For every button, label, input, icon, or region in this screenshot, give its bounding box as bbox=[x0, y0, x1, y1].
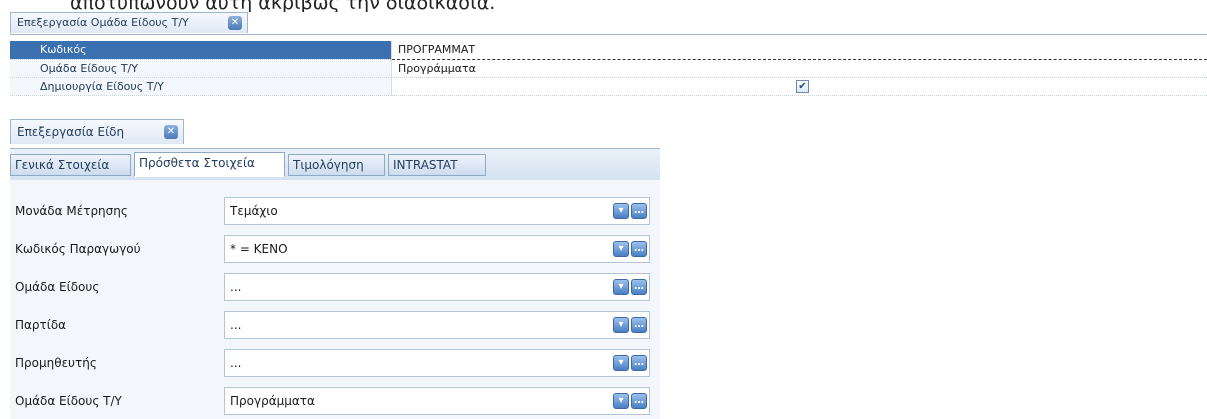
ellipsis-icon[interactable]: … bbox=[631, 279, 647, 295]
subtab-additional[interactable]: Πρόσθετα Στοιχεία bbox=[134, 152, 285, 177]
chevron-down-icon[interactable]: ▾ bbox=[613, 317, 629, 333]
property-row-group[interactable]: Ομάδα Είδους Τ/Υ Προγράμματα bbox=[10, 59, 1207, 78]
field-row-batch: Παρτίδα ... ▾ … bbox=[10, 311, 660, 341]
field-value: * = ΚΕΝΟ bbox=[230, 242, 288, 256]
property-value-create[interactable]: ✔ bbox=[391, 77, 1207, 96]
field-row-item-group: Ομάδα Είδους ... ▾ … bbox=[10, 273, 660, 303]
ellipsis-icon[interactable]: … bbox=[631, 317, 647, 333]
field-row-manufacturer: Κωδικός Παραγωγού * = ΚΕΝΟ ▾ … bbox=[10, 235, 660, 265]
item-group-field[interactable]: ... ▾ … bbox=[224, 273, 650, 301]
field-label: Ομάδα Είδους Τ/Υ bbox=[15, 394, 122, 408]
close-icon[interactable]: ✕ bbox=[164, 125, 178, 139]
ellipsis-icon[interactable]: … bbox=[631, 355, 647, 371]
property-label: Δημιουργία Είδους Τ/Υ bbox=[10, 77, 392, 96]
subtab-pricing[interactable]: Τιμολόγηση bbox=[288, 154, 385, 176]
chevron-down-icon[interactable]: ▾ bbox=[613, 393, 629, 409]
service-group-field[interactable]: Προγράμματα ▾ … bbox=[224, 387, 650, 415]
field-label: Ομάδα Είδους bbox=[15, 280, 100, 294]
chevron-down-icon[interactable]: ▾ bbox=[613, 241, 629, 257]
ellipsis-icon[interactable]: … bbox=[631, 203, 647, 219]
property-value-group[interactable]: Προγράμματα bbox=[391, 59, 1207, 78]
supplier-field[interactable]: ... ▾ … bbox=[224, 349, 650, 377]
field-row-unit: Μονάδα Μέτρησης Τεμάχιο ▾ … bbox=[10, 197, 660, 227]
field-label: Κωδικός Παραγωγού bbox=[15, 242, 141, 256]
close-icon[interactable]: ✕ bbox=[228, 16, 242, 30]
field-value: ... bbox=[230, 280, 242, 294]
field-row-service-group: Ομάδα Είδους Τ/Υ Προγράμματα ▾ … bbox=[10, 387, 660, 417]
manufacturer-field[interactable]: * = ΚΕΝΟ ▾ … bbox=[224, 235, 650, 263]
field-value: Τεμάχιο bbox=[230, 204, 278, 218]
batch-field[interactable]: ... ▾ … bbox=[224, 311, 650, 339]
tab-edit-items[interactable]: Επεξεργασία Είδη ✕ bbox=[10, 119, 184, 144]
tab-edit-group-label: Επεξεργασία Ομάδα Είδους Τ/Υ bbox=[17, 16, 189, 29]
chevron-down-icon[interactable]: ▾ bbox=[613, 203, 629, 219]
property-row-code[interactable]: Κωδικός ΠΡΟΓΡΑΜΜΑΤ bbox=[10, 41, 1207, 60]
field-value: Προγράμματα bbox=[230, 394, 315, 408]
field-value: ... bbox=[230, 356, 242, 370]
field-row-supplier: Προμηθευτής ... ▾ … bbox=[10, 349, 660, 379]
unit-field[interactable]: Τεμάχιο ▾ … bbox=[224, 197, 650, 225]
group-tabbar: Επεξεργασία Ομάδα Είδους Τ/Υ ✕ bbox=[10, 12, 1207, 35]
subtab-intrastat[interactable]: INTRASTAT bbox=[388, 154, 486, 176]
group-properties: Κωδικός ΠΡΟΓΡΑΜΜΑΤ Ομάδα Είδους Τ/Υ Προγ… bbox=[10, 41, 1207, 96]
field-label: Μονάδα Μέτρησης bbox=[15, 204, 128, 218]
subtab-bar: Γενικά Στοιχεία Πρόσθετα Στοιχεία Τιμολό… bbox=[10, 148, 660, 181]
tab-edit-items-label: Επεξεργασία Είδη bbox=[17, 125, 125, 139]
items-tabbar: Επεξεργασία Είδη ✕ bbox=[10, 119, 660, 144]
property-label: Κωδικός bbox=[10, 41, 392, 60]
subtab-general[interactable]: Γενικά Στοιχεία bbox=[10, 154, 131, 176]
tab-edit-group[interactable]: Επεξεργασία Ομάδα Είδους Τ/Υ ✕ bbox=[10, 12, 248, 33]
chevron-down-icon[interactable]: ▾ bbox=[613, 279, 629, 295]
check-icon[interactable]: ✔ bbox=[796, 80, 809, 93]
field-label: Παρτίδα bbox=[15, 318, 67, 332]
property-value-code[interactable]: ΠΡΟΓΡΑΜΜΑΤ bbox=[391, 41, 1207, 60]
ellipsis-icon[interactable]: … bbox=[631, 241, 647, 257]
additional-details-form: Μονάδα Μέτρησης Τεμάχιο ▾ … Κωδικός Παρα… bbox=[10, 180, 660, 419]
ellipsis-icon[interactable]: … bbox=[631, 393, 647, 409]
property-label: Ομάδα Είδους Τ/Υ bbox=[10, 59, 392, 78]
field-label: Προμηθευτής bbox=[15, 356, 97, 370]
property-row-create[interactable]: Δημιουργία Είδους Τ/Υ ✔ bbox=[10, 77, 1207, 96]
field-value: ... bbox=[230, 318, 242, 332]
chevron-down-icon[interactable]: ▾ bbox=[613, 355, 629, 371]
